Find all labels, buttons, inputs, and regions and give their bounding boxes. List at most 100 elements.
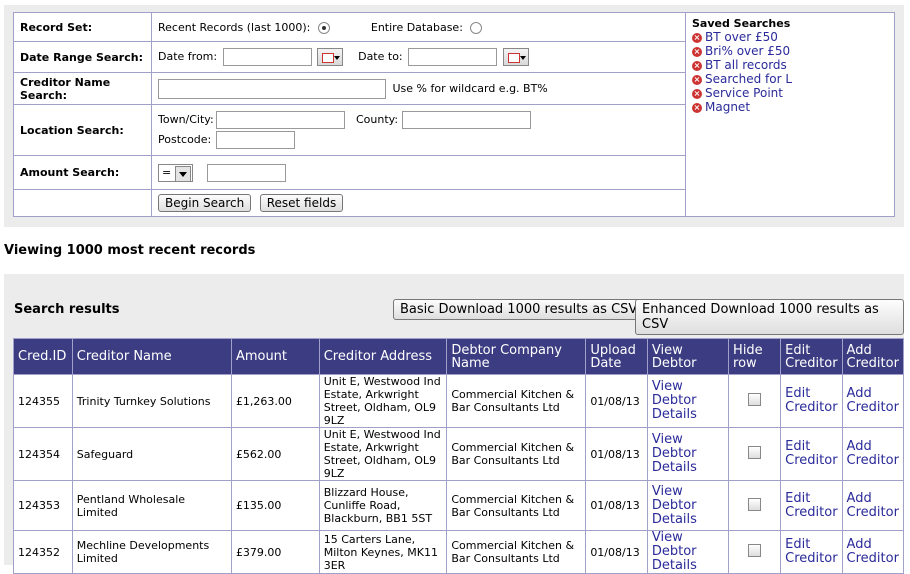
- view-debtor-link[interactable]: View Debtor Details: [652, 530, 697, 573]
- saved-search-link[interactable]: Service Point: [705, 86, 783, 100]
- delete-icon[interactable]: ×: [692, 60, 702, 71]
- hide-row-checkbox[interactable]: [748, 544, 762, 557]
- saved-searches: Saved Searches × BT over £50 × Bri% over £5…: [685, 12, 895, 217]
- view-debtor-link[interactable]: View Debtor Details: [652, 379, 697, 422]
- calendar-icon[interactable]: [502, 48, 529, 66]
- creditor-name-label: Creditor Name Search:: [13, 72, 152, 105]
- debtor-company-cell: Commercial Kitchen & Bar Consultants Ltd: [446, 427, 587, 481]
- column-header: Debtor Company Name: [446, 338, 587, 375]
- postcode-input[interactable]: [216, 131, 295, 149]
- column-header: Add Creditor: [841, 338, 905, 375]
- town-label: Town/City:: [158, 113, 214, 126]
- saved-search-link[interactable]: BT over £50: [705, 30, 778, 44]
- debtor-company-cell: Commercial Kitchen & Bar Consultants Ltd: [446, 374, 587, 428]
- recent-records-radio[interactable]: [317, 21, 330, 34]
- add-creditor-link[interactable]: Add Creditor: [847, 386, 899, 415]
- creditor-address-cell: Unit E, Westwood Ind Estate, Arkwright S…: [318, 427, 448, 481]
- enhanced-download-button[interactable]: Enhanced Download 1000 results as CSV: [635, 299, 904, 335]
- town-input[interactable]: [216, 111, 345, 129]
- amount-cell: £379.00: [230, 530, 320, 574]
- amount-cell: £1,263.00: [230, 374, 320, 428]
- cred-id-cell: 124353: [13, 480, 73, 531]
- creditor-address-cell: Unit E, Westwood Ind Estate, Arkwright S…: [318, 374, 448, 428]
- results-title: Search results: [14, 302, 120, 317]
- search-panel: Record Set: Recent Records (last 1000): …: [4, 5, 904, 227]
- cred-id-cell: 124355: [13, 374, 73, 428]
- county-input[interactable]: [402, 111, 531, 129]
- entire-database-label: Entire Database:: [370, 20, 463, 34]
- column-header: Upload Date: [585, 338, 648, 375]
- edit-creditor-link[interactable]: Edit Creditor: [785, 491, 837, 520]
- add-creditor-link[interactable]: Add Creditor: [847, 439, 899, 468]
- calendar-icon[interactable]: [317, 48, 344, 66]
- column-header: Creditor Name: [71, 338, 232, 375]
- edit-creditor-link[interactable]: Edit Creditor: [785, 537, 837, 566]
- saved-search-item[interactable]: × Service Point: [692, 86, 888, 100]
- column-header: Cred.ID: [13, 338, 73, 375]
- view-debtor-link[interactable]: View Debtor Details: [652, 432, 697, 475]
- delete-icon[interactable]: ×: [692, 32, 702, 43]
- upload-date-cell: 01/08/13: [585, 427, 648, 481]
- creditor-name-cell: Trinity Turnkey Solutions: [71, 374, 232, 428]
- chevron-down-icon: [175, 165, 192, 182]
- saved-search-item[interactable]: × Searched for L: [692, 72, 888, 86]
- saved-searches-title: Saved Searches: [692, 17, 791, 30]
- creditor-name-cell: Mechline Developments Limited: [71, 530, 232, 574]
- edit-creditor-link[interactable]: Edit Creditor: [785, 386, 837, 415]
- column-header: View Debtor: [646, 338, 730, 375]
- reset-fields-button[interactable]: Reset fields: [259, 194, 344, 212]
- results-panel: Search results Basic Download 1000 resul…: [4, 274, 905, 574]
- saved-search-link[interactable]: Searched for L: [705, 72, 792, 86]
- edit-creditor-link[interactable]: Edit Creditor: [785, 439, 837, 468]
- recent-records-label: Recent Records (last 1000):: [158, 20, 311, 34]
- amount-operator-select[interactable]: =: [158, 163, 194, 182]
- add-creditor-link[interactable]: Add Creditor: [847, 537, 899, 566]
- amount-input[interactable]: [206, 163, 286, 182]
- record-set-label: Record Set:: [13, 12, 152, 42]
- begin-search-button[interactable]: Begin Search: [158, 194, 252, 212]
- date-from-input[interactable]: [222, 48, 312, 66]
- search-form: Record Set: Recent Records (last 1000): …: [13, 12, 895, 217]
- table-row: 124353 Pentland Wholesale Limited £135.00 B…: [13, 480, 905, 531]
- date-to-input[interactable]: [408, 48, 498, 66]
- hide-row-checkbox[interactable]: [748, 497, 762, 511]
- basic-download-button[interactable]: Basic Download 1000 results as CSV: [393, 299, 645, 320]
- results-table: Cred.ID Creditor Name Amount Creditor Addre…: [13, 338, 905, 574]
- column-header: Edit Creditor: [780, 338, 843, 375]
- upload-date-cell: 01/08/13: [585, 374, 648, 428]
- column-header: Hide row: [728, 338, 782, 375]
- creditor-name-cell: Safeguard: [71, 427, 232, 481]
- delete-icon[interactable]: ×: [692, 46, 702, 57]
- creditor-address-cell: Blizzard House, Cunliffe Road, Blackburn…: [318, 480, 448, 531]
- table-row: 124354 Safeguard £562.00 Unit E, Westwood I…: [13, 427, 905, 481]
- saved-search-item[interactable]: × BT over £50: [692, 30, 888, 44]
- column-header: Amount: [230, 338, 320, 375]
- creditor-name-input[interactable]: [158, 78, 386, 99]
- debtor-company-cell: Commercial Kitchen & Bar Consultants Ltd: [446, 480, 587, 531]
- add-creditor-link[interactable]: Add Creditor: [847, 491, 899, 520]
- saved-search-link[interactable]: Magnet: [705, 100, 750, 114]
- column-header: Creditor Address: [318, 338, 448, 375]
- view-debtor-link[interactable]: View Debtor Details: [652, 484, 697, 527]
- saved-search-link[interactable]: BT all records: [705, 58, 787, 72]
- hide-row-checkbox[interactable]: [748, 446, 762, 459]
- delete-icon[interactable]: ×: [692, 74, 702, 85]
- date-from-label: Date from:: [158, 50, 218, 63]
- cred-id-cell: 124352: [13, 530, 73, 574]
- delete-icon[interactable]: ×: [692, 88, 702, 99]
- saved-search-item[interactable]: × BT all records: [692, 58, 888, 72]
- saved-search-item[interactable]: × Bri% over £50: [692, 44, 888, 58]
- entire-database-radio[interactable]: [470, 21, 483, 34]
- cred-id-cell: 124354: [13, 427, 73, 481]
- county-label: County:: [356, 113, 399, 126]
- hide-row-checkbox[interactable]: [748, 393, 762, 406]
- saved-search-item[interactable]: × Magnet: [692, 100, 888, 114]
- viewing-status: Viewing 1000 most recent records: [4, 243, 256, 258]
- wildcard-hint: Use % for wildcard e.g. BT%: [392, 81, 548, 95]
- delete-icon[interactable]: ×: [692, 102, 702, 113]
- upload-date-cell: 01/08/13: [585, 530, 648, 574]
- debtor-company-cell: Commercial Kitchen & Bar Consultants Ltd: [446, 530, 587, 574]
- upload-date-cell: 01/08/13: [585, 480, 648, 531]
- amount-cell: £562.00: [230, 427, 320, 481]
- saved-search-link[interactable]: Bri% over £50: [705, 44, 790, 58]
